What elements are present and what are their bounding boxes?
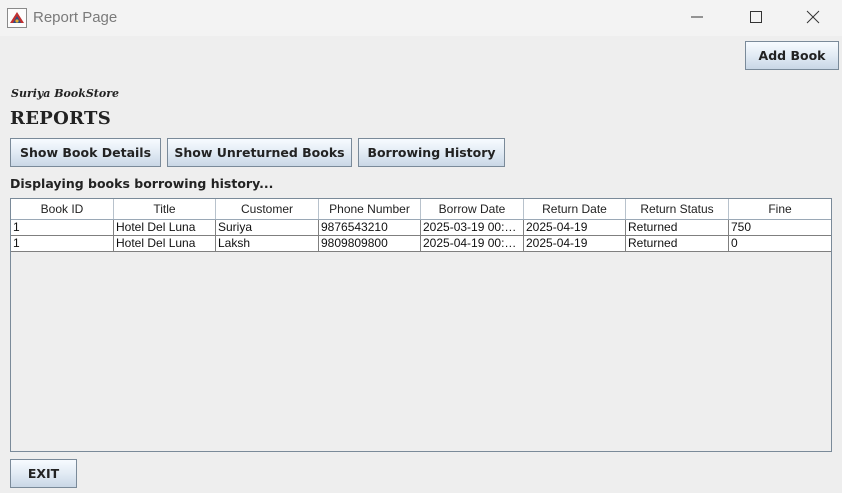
status-message: Displaying books borrowing history... xyxy=(10,176,274,191)
cell-borrow-date[interactable]: 2025-03-19 00:00:00 xyxy=(421,220,524,235)
window-title: Report Page xyxy=(33,9,118,26)
table-header: Book ID Title Customer Phone Number Borr… xyxy=(11,199,831,220)
cell-borrow-date[interactable]: 2025-04-19 00:00:00 xyxy=(421,236,524,251)
cell-return-status[interactable]: Returned xyxy=(626,236,729,251)
cell-fine[interactable]: 0 xyxy=(729,236,831,251)
maximize-button[interactable] xyxy=(727,0,785,34)
show-unreturned-books-button[interactable]: Show Unreturned Books xyxy=(167,138,352,167)
column-header-customer[interactable]: Customer xyxy=(216,199,319,219)
cell-return-date[interactable]: 2025-04-19 xyxy=(524,236,626,251)
java-app-icon xyxy=(7,8,27,28)
maximize-icon xyxy=(750,11,762,23)
cell-phone-number[interactable]: 9876543210 xyxy=(319,220,421,235)
close-icon xyxy=(806,10,820,24)
cell-fine[interactable]: 750 xyxy=(729,220,831,235)
exit-button[interactable]: EXIT xyxy=(10,459,77,488)
table-row[interactable]: 1 Hotel Del Luna Suriya 9876543210 2025-… xyxy=(11,220,831,236)
cell-title[interactable]: Hotel Del Luna xyxy=(114,220,216,235)
report-panel: Add Book Suriya BookStore REPORTS Show B… xyxy=(0,36,842,493)
minimize-button[interactable] xyxy=(668,0,726,34)
column-header-title[interactable]: Title xyxy=(114,199,216,219)
cell-phone-number[interactable]: 9809809800 xyxy=(319,236,421,251)
table-row[interactable]: 1 Hotel Del Luna Laksh 9809809800 2025-0… xyxy=(11,236,831,252)
store-name: Suriya BookStore xyxy=(11,87,120,100)
add-book-button[interactable]: Add Book xyxy=(745,41,839,70)
cell-customer[interactable]: Laksh xyxy=(216,236,319,251)
column-header-book-id[interactable]: Book ID xyxy=(11,199,114,219)
cell-return-date[interactable]: 2025-04-19 xyxy=(524,220,626,235)
minimize-icon xyxy=(691,16,703,18)
column-header-borrow-date[interactable]: Borrow Date xyxy=(421,199,524,219)
borrowing-history-button[interactable]: Borrowing History xyxy=(358,138,505,167)
title-bar: Report Page xyxy=(0,0,842,36)
show-book-details-button[interactable]: Show Book Details xyxy=(10,138,161,167)
cell-customer[interactable]: Suriya xyxy=(216,220,319,235)
column-header-fine[interactable]: Fine xyxy=(729,199,831,219)
borrowing-history-table[interactable]: Book ID Title Customer Phone Number Borr… xyxy=(10,198,832,452)
close-button[interactable] xyxy=(784,0,842,34)
column-header-phone-number[interactable]: Phone Number xyxy=(319,199,421,219)
column-header-return-date[interactable]: Return Date xyxy=(524,199,626,219)
page-heading: REPORTS xyxy=(10,108,112,129)
cell-book-id[interactable]: 1 xyxy=(11,236,114,251)
column-header-return-status[interactable]: Return Status xyxy=(626,199,729,219)
cell-book-id[interactable]: 1 xyxy=(11,220,114,235)
cell-title[interactable]: Hotel Del Luna xyxy=(114,236,216,251)
cell-return-status[interactable]: Returned xyxy=(626,220,729,235)
